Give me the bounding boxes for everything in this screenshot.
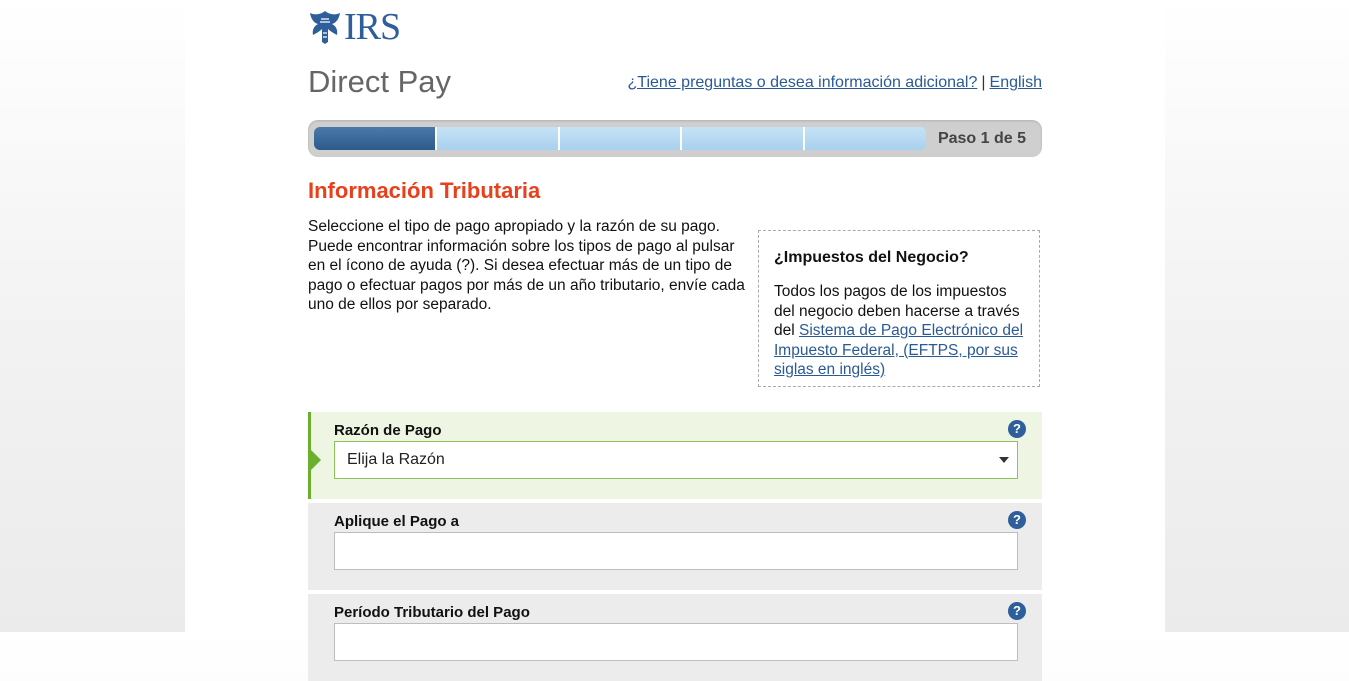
payment-reason-select[interactable]: Elija la Razón (334, 441, 1018, 479)
active-field-pointer (311, 450, 321, 470)
payment-reason-value: Elija la Razón (347, 451, 445, 468)
progress-bar: Paso 1 de 5 (308, 120, 1042, 157)
intro-text: Seleccione el tipo de pago apropiado y l… (308, 218, 745, 313)
section-heading: Información Tributaria (308, 178, 541, 203)
chevron-down-icon (999, 457, 1009, 463)
apply-payment-label: Aplique el Pago a (334, 513, 460, 530)
tax-period-label: Período Tributario del Pago (334, 604, 530, 621)
business-tax-box: ¿Impuestos del Negocio? Todos los pagos … (758, 230, 1040, 387)
help-icon[interactable]: ? (1008, 511, 1026, 529)
apply-payment-select[interactable] (334, 532, 1018, 570)
progress-step-3 (559, 127, 683, 150)
eftps-link[interactable]: Sistema de Pago Electrónico del Impuesto… (774, 322, 1023, 378)
payment-reason-label: Razón de Pago (334, 422, 442, 439)
header-links: ¿Tiene preguntas o desea información adi… (628, 74, 1042, 92)
logo-text: IRS (344, 6, 401, 48)
english-link[interactable]: English (990, 74, 1042, 91)
progress-track (314, 127, 926, 150)
business-box-heading: ¿Impuestos del Negocio? (774, 249, 969, 266)
apply-payment-field: Aplique el Pago a ? (308, 503, 1042, 590)
business-box-text: Todos los pagos de los impuestos del neg… (774, 282, 1025, 380)
page-container: IRS Direct Pay ¿Tiene preguntas o desea … (185, 0, 1165, 681)
progress-step-2 (436, 127, 560, 150)
tax-period-field: Período Tributario del Pago ? (308, 594, 1042, 681)
irs-logo[interactable]: IRS (308, 6, 401, 48)
app-title: Direct Pay (308, 64, 451, 99)
progress-label: Paso 1 de 5 (937, 130, 1026, 147)
help-icon[interactable]: ? (1008, 420, 1026, 438)
progress-step-5 (805, 127, 926, 150)
eagle-icon (310, 11, 340, 44)
questions-link[interactable]: ¿Tiene preguntas o desea información adi… (628, 74, 978, 91)
payment-reason-field: Razón de Pago ? Elija la Razón (308, 412, 1042, 499)
help-icon[interactable]: ? (1008, 602, 1026, 620)
tax-period-select[interactable] (334, 623, 1018, 661)
progress-step-1 (314, 127, 437, 150)
link-separator: | (981, 74, 986, 91)
progress-step-4 (682, 127, 806, 150)
